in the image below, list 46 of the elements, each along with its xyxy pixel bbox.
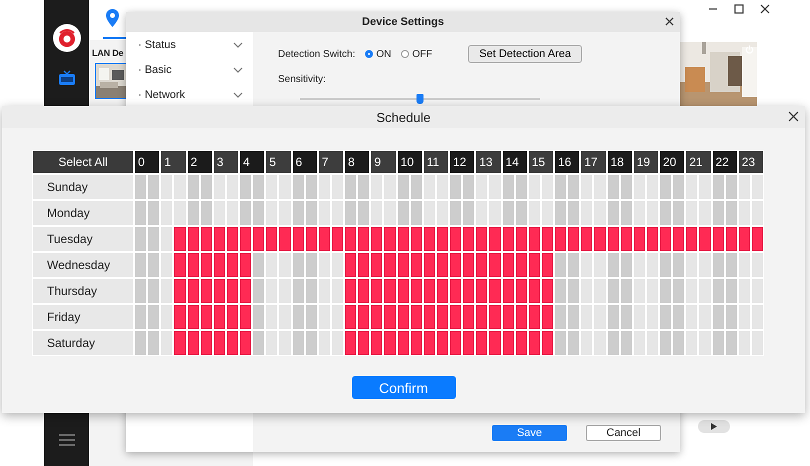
day-label[interactable]: Friday [33, 305, 133, 329]
hour-header[interactable]: 1 [161, 151, 186, 173]
hour-header[interactable]: 4 [240, 151, 264, 173]
select-all-button[interactable]: Select All [33, 151, 133, 173]
day-label[interactable]: Monday [33, 201, 133, 225]
hour-header[interactable]: 5 [266, 151, 290, 173]
set-detection-area-button[interactable]: Set Detection Area [468, 45, 582, 63]
hour-header[interactable]: 13 [476, 151, 500, 173]
hour-header[interactable]: 11 [424, 151, 448, 173]
hour-header[interactable]: 7 [318, 151, 343, 173]
day-label[interactable]: Thursday [33, 279, 133, 303]
hour-header[interactable]: 14 [502, 151, 527, 173]
hour-header[interactable]: 12 [450, 151, 474, 173]
hour-header[interactable]: 23 [738, 151, 763, 173]
hour-header[interactable]: 2 [188, 151, 212, 173]
hour-header[interactable]: 6 [292, 151, 317, 173]
hour-header[interactable]: 16 [555, 151, 580, 173]
hour-header[interactable]: 9 [371, 151, 396, 173]
day-label[interactable]: Wednesday [33, 253, 133, 277]
field-label: Sensitivity: [278, 74, 326, 84]
hour-header[interactable]: 3 [214, 151, 238, 173]
save-button[interactable]: Save [492, 425, 567, 441]
radio-label: ON [376, 48, 392, 60]
hour-header[interactable]: 21 [686, 151, 710, 173]
field-label: Detection Switch: [278, 48, 356, 60]
hour-header[interactable]: 8 [345, 151, 370, 173]
hour-header[interactable]: 15 [528, 151, 553, 173]
day-label[interactable]: Saturday [33, 331, 133, 355]
hour-header[interactable]: 19 [634, 151, 658, 173]
cancel-button[interactable]: Cancel [586, 425, 661, 441]
dialog-title: Device Settings [362, 16, 444, 28]
menu-item[interactable]: · Network [138, 88, 186, 100]
radio-label: OFF [412, 48, 432, 60]
hour-header[interactable]: 20 [660, 151, 684, 173]
hour-header[interactable]: 0 [135, 151, 160, 173]
menu-item[interactable]: · Basic [138, 64, 172, 76]
menu-item[interactable]: · Status [138, 38, 176, 50]
device-group-label: LAN De [92, 48, 124, 58]
hour-header[interactable]: 17 [581, 151, 606, 173]
dialog-title: Schedule [376, 110, 431, 124]
confirm-button[interactable]: Confirm [352, 376, 456, 399]
hour-header[interactable]: 22 [712, 151, 737, 173]
hour-header[interactable]: 10 [398, 151, 422, 173]
hour-header[interactable]: 18 [608, 151, 632, 173]
day-label[interactable]: Tuesday [33, 227, 133, 251]
day-label[interactable]: Sunday [33, 175, 133, 199]
